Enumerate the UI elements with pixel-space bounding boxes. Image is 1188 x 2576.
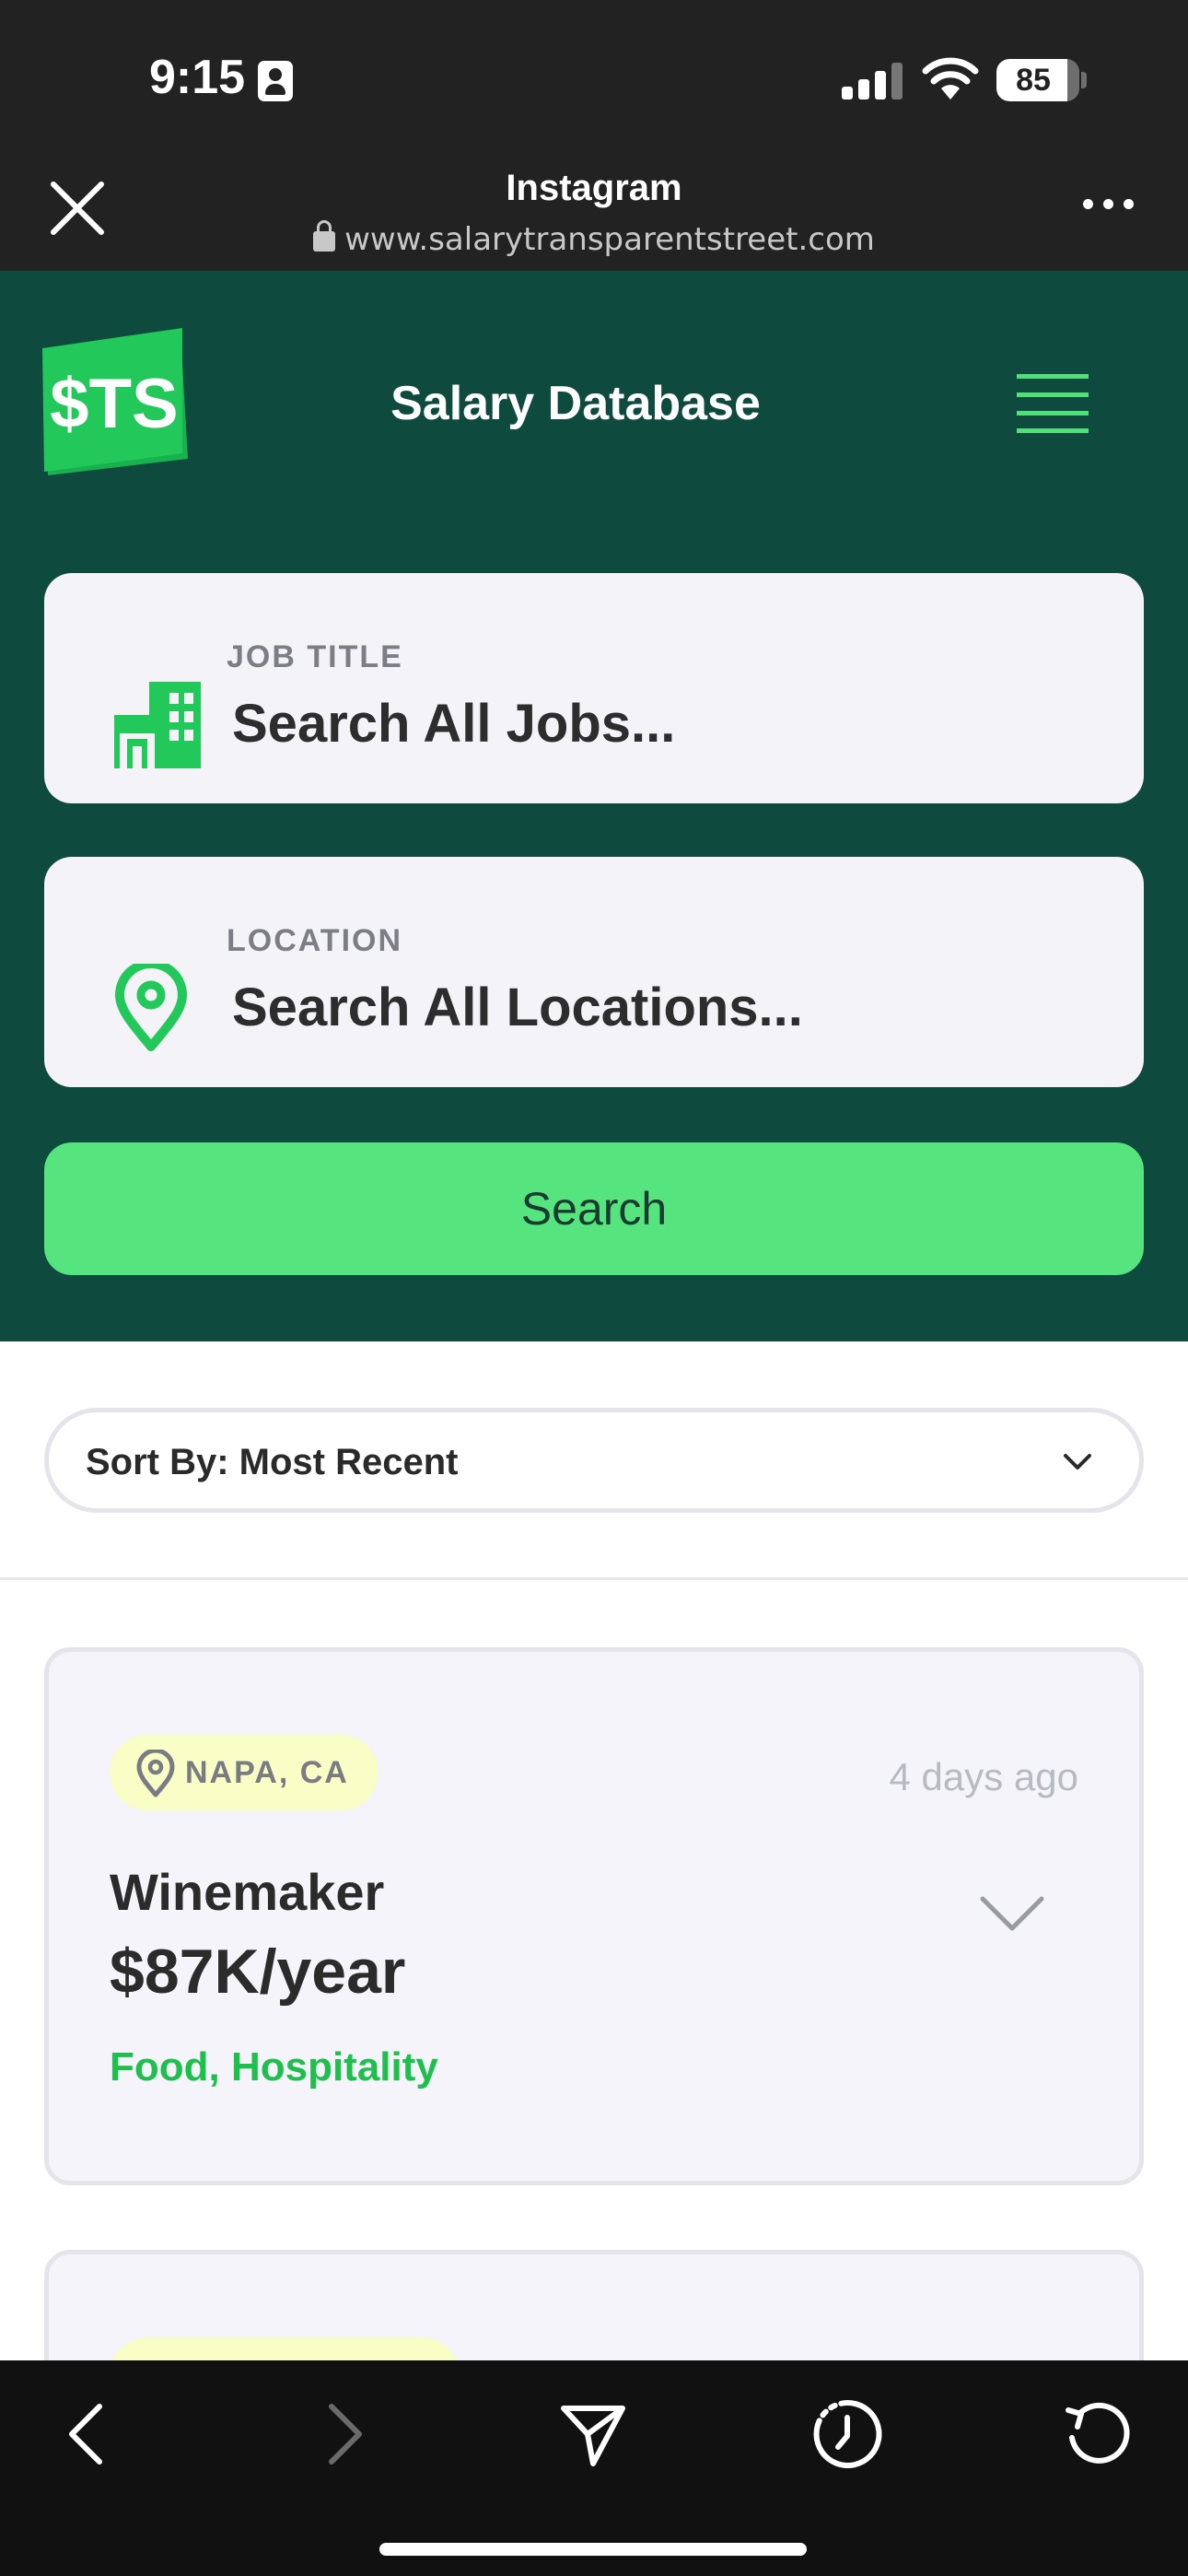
job-category: Food, Hospitality	[110, 2044, 438, 2090]
battery-level: 85	[1016, 63, 1051, 98]
hamburger-menu-icon[interactable]	[1017, 374, 1089, 433]
location-field[interactable]: LOCATION Search All Locations...	[44, 857, 1144, 1087]
job-title-input[interactable]: Search All Jobs...	[232, 693, 675, 755]
building-icon	[114, 682, 201, 768]
browser-title: Instagram	[506, 168, 682, 208]
browser-toolbar	[0, 2360, 1188, 2576]
location-pin-icon	[136, 1750, 175, 1797]
location-label: LOCATION	[227, 923, 403, 958]
history-icon[interactable]	[810, 2397, 884, 2471]
search-panel: $TS Salary Database JOB TITLE Search All…	[0, 271, 1188, 1341]
page-title: Salary Database	[390, 377, 761, 430]
wifi-icon	[922, 57, 979, 100]
url-text: www.salarytransparentstreet.com	[344, 221, 875, 258]
lock-icon	[313, 220, 336, 252]
person-card-icon	[258, 61, 293, 101]
battery-icon: 85	[996, 59, 1079, 101]
reload-icon[interactable]	[1061, 2397, 1135, 2471]
job-title: Winemaker	[110, 1863, 385, 1921]
share-icon[interactable]	[556, 2397, 630, 2471]
location-pin-icon	[115, 964, 187, 1051]
salary-value: $87K/year	[110, 1937, 406, 2007]
chevron-down-icon	[1064, 1454, 1091, 1469]
browser-url[interactable]: www.salarytransparentstreet.com	[0, 220, 1188, 258]
job-title-label: JOB TITLE	[227, 639, 403, 674]
section-divider	[0, 1577, 1188, 1580]
battery-tip	[1081, 72, 1087, 88]
status-bar: 9:15 85	[0, 0, 1188, 157]
more-icon[interactable]	[1083, 199, 1138, 217]
salary-card[interactable]: NAPA, CA 4 days ago Winemaker $87K/year …	[44, 1647, 1144, 2185]
expand-chevron-icon[interactable]	[979, 1893, 1045, 1934]
sort-label: Sort By: Most Recent	[86, 1442, 459, 1482]
posted-time: 4 days ago	[889, 1755, 1079, 1798]
job-title-field[interactable]: JOB TITLE Search All Jobs...	[44, 573, 1144, 803]
search-button[interactable]: Search	[44, 1142, 1144, 1275]
status-time: 9:15	[149, 51, 246, 104]
in-app-browser-bar: Instagram www.salarytransparentstreet.co…	[0, 157, 1188, 271]
back-icon[interactable]	[52, 2397, 125, 2471]
location-tag-text: NAPA, CA	[185, 1755, 349, 1790]
cellular-signal-icon	[842, 63, 903, 100]
location-input[interactable]: Search All Locations...	[232, 977, 803, 1038]
forward-icon[interactable]	[306, 2397, 379, 2471]
location-tag: NAPA, CA	[110, 1735, 379, 1810]
sort-dropdown[interactable]: Sort By: Most Recent	[44, 1408, 1144, 1513]
home-indicator[interactable]	[379, 2543, 807, 2556]
